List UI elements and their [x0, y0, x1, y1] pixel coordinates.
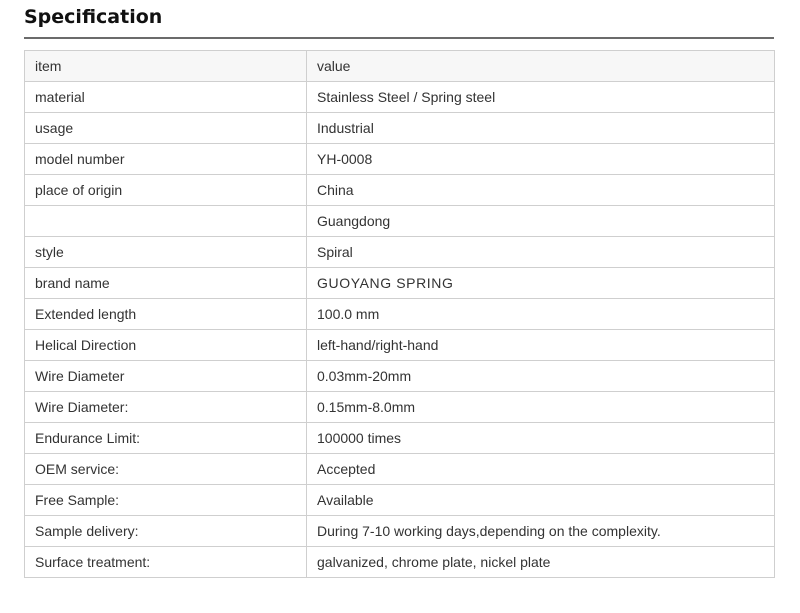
row-value: GUOYANG SPRING [306, 267, 775, 299]
row-label: Extended length [24, 298, 307, 330]
table-row: style Spiral [24, 236, 775, 268]
row-value: 0.15mm-8.0mm [306, 391, 775, 423]
table-row: Endurance Limit: 100000 times [24, 422, 775, 454]
row-label: OEM service: [24, 453, 307, 485]
row-value: Accepted [306, 453, 775, 485]
row-value: 100000 times [306, 422, 775, 454]
row-value: YH-0008 [306, 143, 775, 175]
row-value: 0.03mm-20mm [306, 360, 775, 392]
row-value: Available [306, 484, 775, 516]
table-row: Surface treatment: galvanized, chrome pl… [24, 546, 775, 578]
table-row: Helical Direction left-hand/right-hand [24, 329, 775, 361]
table-row: material Stainless Steel / Spring steel [24, 81, 775, 113]
row-value: During 7-10 working days,depending on th… [306, 515, 775, 547]
row-label: Endurance Limit: [24, 422, 307, 454]
table-row: model number YH-0008 [24, 143, 775, 175]
row-label: brand name [24, 267, 307, 299]
table-row: Wire Diameter: 0.15mm-8.0mm [24, 391, 775, 423]
table-row: Free Sample: Available [24, 484, 775, 516]
row-value: Industrial [306, 112, 775, 144]
row-label: Sample delivery: [24, 515, 307, 547]
table-row: Extended length 100.0 mm [24, 298, 775, 330]
row-value: China [306, 174, 775, 206]
row-label [24, 205, 307, 237]
row-value: Guangdong [306, 205, 775, 237]
row-value: Spiral [306, 236, 775, 268]
row-label: Wire Diameter: [24, 391, 307, 423]
page-title: Specification [24, 6, 163, 28]
row-label: usage [24, 112, 307, 144]
table-row: brand name GUOYANG SPRING [24, 267, 775, 299]
table-row: Sample delivery: During 7-10 working day… [24, 515, 775, 547]
row-label: Surface treatment: [24, 546, 307, 578]
header-cell-item: item [24, 50, 307, 82]
row-label: style [24, 236, 307, 268]
table-header-row: item value [24, 50, 775, 82]
table-row: usage Industrial [24, 112, 775, 144]
row-label: Wire Diameter [24, 360, 307, 392]
header-cell-value: value [306, 50, 775, 82]
row-label: material [24, 81, 307, 113]
row-label: Free Sample: [24, 484, 307, 516]
row-label: model number [24, 143, 307, 175]
row-value: left-hand/right-hand [306, 329, 775, 361]
row-value: galvanized, chrome plate, nickel plate [306, 546, 775, 578]
specification-table: item value material Stainless Steel / Sp… [24, 50, 775, 578]
table-row: Wire Diameter 0.03mm-20mm [24, 360, 775, 392]
table-row: Guangdong [24, 205, 775, 237]
row-label: Helical Direction [24, 329, 307, 361]
row-value: Stainless Steel / Spring steel [306, 81, 775, 113]
table-row: OEM service: Accepted [24, 453, 775, 485]
row-value: 100.0 mm [306, 298, 775, 330]
row-label: place of origin [24, 174, 307, 206]
title-divider [24, 37, 774, 39]
table-row: place of origin China [24, 174, 775, 206]
